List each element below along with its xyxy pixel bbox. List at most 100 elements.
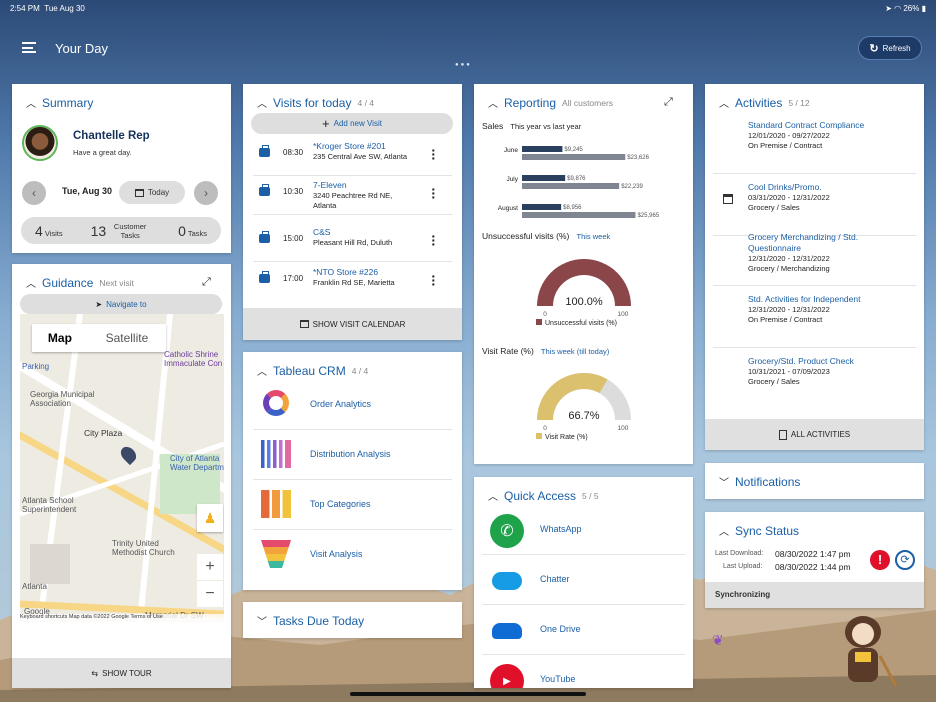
prev-day-button[interactable]: ‹ bbox=[22, 181, 46, 205]
visits-header[interactable]: ︿ Visits for today 4 / 4 bbox=[257, 95, 374, 111]
tableau-item[interactable]: Distribution Analysis bbox=[253, 430, 452, 480]
quick-access-title: Quick Access bbox=[504, 488, 577, 503]
navigate-button[interactable]: ➤ Navigate to bbox=[20, 294, 222, 314]
map-view[interactable]: Map Satellite Catholic Shrine Immaculate… bbox=[20, 314, 224, 622]
tour-icon: ⇆ bbox=[91, 668, 99, 678]
sales-subtitle: This year vs last year bbox=[510, 122, 582, 131]
gauge-value-label: 66.7% bbox=[568, 410, 599, 422]
unsuccessful-label: Unsuccessful visits (%) bbox=[482, 231, 570, 241]
wifi-icon: ➤ ◠ bbox=[885, 3, 902, 13]
visit-name: *Kroger Store #201 bbox=[313, 141, 386, 151]
tasks-due-header[interactable]: ﹀ Tasks Due Today bbox=[257, 613, 365, 629]
customer-tasks-count: 13 bbox=[90, 222, 107, 239]
astro-mascot-icon bbox=[845, 616, 898, 687]
map-label-atlanta: Atlanta bbox=[22, 582, 47, 591]
all-activities-button[interactable]: ALL ACTIVITIES bbox=[705, 419, 924, 450]
error-icon[interactable]: ! bbox=[870, 550, 890, 570]
visit-address-line2: Atlanta bbox=[313, 201, 337, 210]
gauge-min-label: 0 bbox=[543, 311, 547, 318]
refresh-button[interactable]: ↻ Refresh bbox=[858, 36, 922, 60]
expand-icon[interactable]: ⤢ bbox=[202, 276, 211, 289]
show-calendar-button[interactable]: SHOW VISIT CALENDAR bbox=[243, 308, 462, 340]
chevron-down-icon: ﹀ bbox=[719, 478, 729, 489]
chevron-up-icon: ︿ bbox=[257, 99, 267, 110]
next-day-button[interactable]: › bbox=[194, 181, 218, 205]
last-upload-value: 08/30/2022 1:44 pm bbox=[775, 562, 851, 572]
sales-bar-value: $9,245 bbox=[564, 147, 583, 153]
more-options-icon[interactable]: · · · bbox=[431, 269, 436, 291]
sales-category-label: August bbox=[498, 205, 518, 212]
visit-rate-chart-title: Visit Rate (%) This week (till today) bbox=[482, 346, 609, 356]
quick-access-item[interactable]: Chatter bbox=[482, 555, 685, 605]
map-tabs: Map Satellite bbox=[32, 324, 166, 352]
visit-row[interactable]: 17:00 *NTO Store #226 Franklin Rd SE, Ma… bbox=[253, 264, 452, 302]
show-tour-button[interactable]: ⇆ SHOW TOUR bbox=[12, 658, 231, 688]
map-label-parking: Parking bbox=[22, 362, 50, 371]
zoom-in-button[interactable]: + bbox=[197, 554, 223, 580]
summary-header[interactable]: ︿ Summary bbox=[26, 95, 94, 111]
activity-item[interactable]: Std. Activities for Independent 12/31/202… bbox=[713, 286, 916, 348]
sales-bar-value: $23,626 bbox=[627, 155, 649, 161]
gauge-value-label: 100.0% bbox=[565, 296, 603, 308]
sales-category-label: July bbox=[506, 176, 518, 183]
tableau-item[interactable]: Visit Analysis bbox=[253, 530, 452, 580]
tableau-item[interactable]: Order Analytics bbox=[253, 380, 452, 430]
quick-access-item[interactable]: ✆ WhatsApp bbox=[482, 505, 685, 555]
more-options-icon[interactable]: · · · bbox=[431, 182, 436, 204]
guidance-header[interactable]: ︿ Guidance Next visit bbox=[26, 275, 134, 291]
sales-label: Sales bbox=[482, 121, 504, 131]
more-options-icon[interactable]: · · · bbox=[431, 143, 436, 165]
add-visit-button[interactable]: + Add new Visit bbox=[251, 113, 453, 134]
tasks-stat[interactable]: 0 Tasks bbox=[178, 223, 207, 239]
notifications-header[interactable]: ﹀ Notifications bbox=[719, 474, 800, 490]
activity-item[interactable]: Standard Contract Compliance 12/01/2020 -… bbox=[713, 112, 916, 174]
visit-row[interactable]: 10:30 7-Eleven 3240 Peachtree Rd NE, Atla… bbox=[253, 177, 452, 215]
gauge-legend-label: Unsuccessful visits (%) bbox=[545, 320, 617, 327]
sales-bar-value: $9,876 bbox=[567, 176, 586, 182]
menu-icon[interactable] bbox=[22, 42, 36, 53]
visit-name: C&S bbox=[313, 227, 331, 237]
last-download-value: 08/30/2022 1:47 pm bbox=[775, 549, 851, 559]
activity-item[interactable]: Grocery Merchandizing / Std. Questionnai… bbox=[713, 224, 916, 286]
visit-row[interactable]: 08:30 *Kroger Store #201 235 Central Ave… bbox=[253, 138, 452, 176]
customer-tasks-stat[interactable]: 13 Customer Tasks bbox=[91, 222, 151, 240]
sales-bar-chart: June $9,245 $23,626 July $9,876 $22,239 August… bbox=[498, 146, 660, 219]
today-button[interactable]: Today bbox=[119, 181, 185, 204]
chevron-up-icon: ︿ bbox=[488, 492, 498, 503]
chatter-icon bbox=[490, 564, 524, 598]
visits-stat[interactable]: 4 Visits bbox=[35, 223, 63, 239]
quick-access-label: One Drive bbox=[540, 624, 581, 634]
visit-address: 235 Central Ave SW, Atlanta bbox=[313, 152, 408, 161]
map-label-shrine: Catholic Shrine Immaculate Con bbox=[164, 350, 223, 368]
quick-access-header[interactable]: ︿ Quick Access 5 / 5 bbox=[488, 488, 599, 504]
quick-access-item[interactable]: ▶ YouTube bbox=[482, 655, 685, 688]
map-tab[interactable]: Map bbox=[32, 324, 88, 352]
tableau-header[interactable]: ︿ Tableau CRM 4 / 4 bbox=[257, 363, 368, 379]
sync-icon[interactable]: ⟳ bbox=[895, 550, 915, 570]
guidance-title: Guidance bbox=[42, 275, 94, 290]
zoom-out-button[interactable]: − bbox=[197, 581, 223, 607]
sales-bar bbox=[522, 154, 626, 160]
today-label: Today bbox=[147, 188, 170, 197]
add-visit-label: Add new Visit bbox=[333, 119, 382, 128]
tasks-due-title: Tasks Due Today bbox=[273, 613, 365, 628]
visit-row[interactable]: 15:00 C&S Pleasant Hill Rd, Duluth · · · bbox=[253, 224, 452, 262]
all-activities-label: ALL ACTIVITIES bbox=[790, 430, 851, 439]
summary-title: Summary bbox=[42, 95, 94, 110]
visit-time: 10:30 bbox=[283, 187, 304, 196]
reporting-header[interactable]: ︿ Reporting All customers bbox=[488, 95, 613, 111]
activities-title: Activities bbox=[735, 95, 783, 110]
tableau-item[interactable]: Top Categories bbox=[253, 480, 452, 530]
expand-icon[interactable]: ⤢ bbox=[664, 96, 673, 109]
chevron-down-icon: ﹀ bbox=[257, 617, 267, 628]
pegman-icon[interactable]: ♟ bbox=[197, 504, 223, 532]
quick-access-item[interactable]: One Drive bbox=[482, 605, 685, 655]
summary-card: ︿ Summary Chantelle Rep Have a great day… bbox=[12, 84, 231, 253]
satellite-tab[interactable]: Satellite bbox=[88, 324, 166, 352]
more-options-icon[interactable]: · · · bbox=[431, 229, 436, 251]
show-tour-label: SHOW TOUR bbox=[102, 668, 152, 678]
activity-category: On Premise / Contract bbox=[748, 315, 823, 324]
activities-header[interactable]: ︿ Activities 5 / 12 bbox=[719, 95, 810, 111]
activity-item[interactable]: Grocery/Std. Product Check 10/31/2021 - 0… bbox=[713, 348, 916, 410]
sync-header[interactable]: ︿ Sync Status bbox=[719, 523, 799, 539]
